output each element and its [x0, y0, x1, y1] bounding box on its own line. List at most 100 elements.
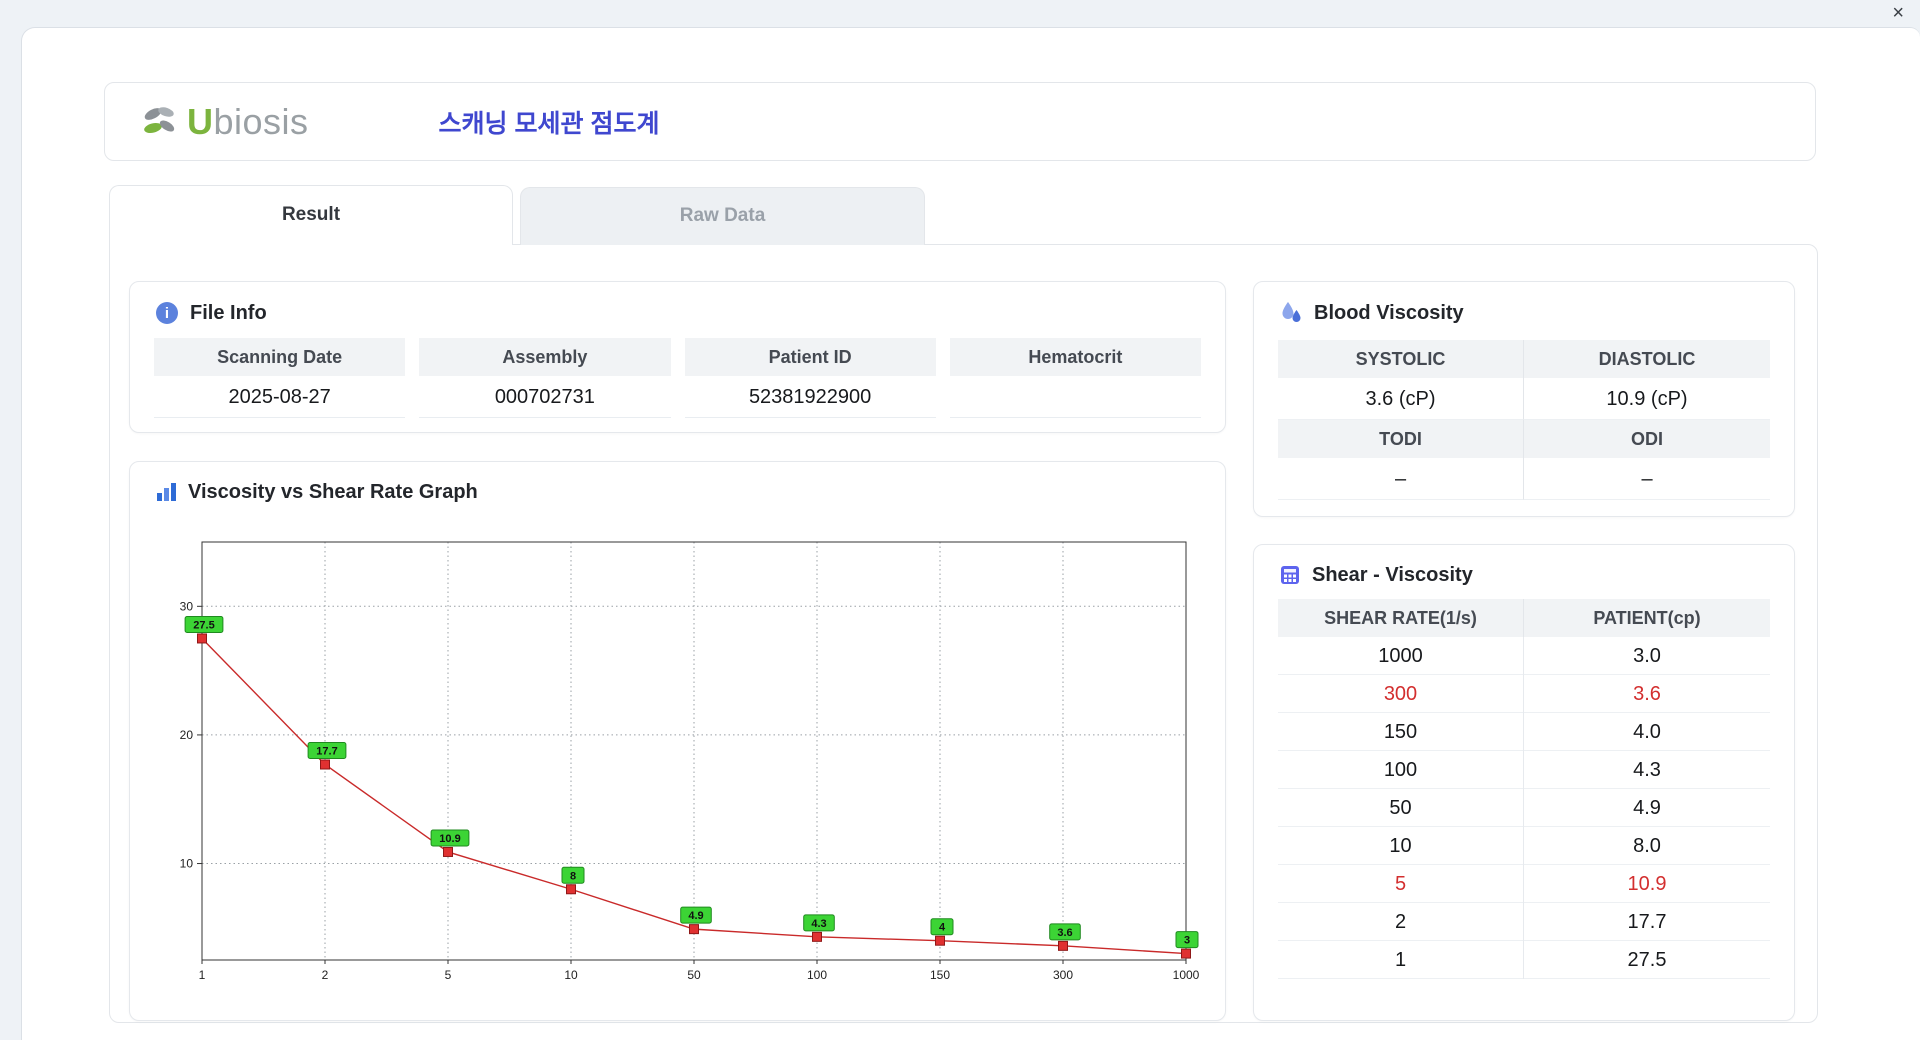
- shear-viscosity-columns: SHEAR RATE(1/s) PATIENT(cp): [1278, 599, 1770, 637]
- chart-point-label: 3.6: [1057, 927, 1072, 939]
- file-info-header: i File Info: [130, 282, 1225, 326]
- metric-label: ODI: [1524, 420, 1770, 458]
- table-row: 300 3.6: [1278, 675, 1770, 713]
- chart-point: [197, 633, 207, 644]
- chart-point: [689, 924, 699, 935]
- table-row: 100 4.3: [1278, 751, 1770, 789]
- y-tick-label: 30: [180, 599, 194, 613]
- water-drops-icon: [1282, 302, 1301, 322]
- table-row: 1 27.5: [1278, 941, 1770, 979]
- x-tick-label: 50: [687, 968, 701, 982]
- logo-text: Ubiosis: [187, 100, 309, 142]
- table-grid-icon: [1281, 566, 1299, 584]
- blood-viscosity-title: Blood Viscosity: [1314, 301, 1464, 324]
- blood-viscosity-header: Blood Viscosity: [1254, 282, 1794, 326]
- series-line: [201, 637, 1187, 955]
- page-title: 스캐닝 모세관 점도계: [438, 109, 660, 138]
- tab-result[interactable]: Result: [109, 185, 513, 245]
- file-info-field: Scanning Date 2025-08-27: [154, 338, 406, 418]
- patient-cell: 27.5: [1627, 949, 1667, 971]
- shear-viscosity-title: Shear - Viscosity: [1312, 563, 1473, 586]
- chart-point-label: 8: [570, 870, 576, 882]
- field-value: 52381922900: [684, 376, 936, 418]
- plot-border: [201, 541, 1187, 961]
- column-patient: PATIENT(cp): [1593, 608, 1701, 628]
- field-label: Hematocrit: [949, 338, 1201, 376]
- metric-label: TODI: [1278, 420, 1524, 458]
- x-tick-label: 5: [445, 968, 452, 982]
- chart-point: [935, 935, 945, 946]
- patient-cell: 3.0: [1633, 645, 1661, 667]
- patient-cell: 4.0: [1633, 721, 1661, 743]
- leaf-logo-icon: [144, 106, 175, 133]
- file-info-field: Assembly 000702731: [419, 338, 671, 418]
- table-row: 150 4.0: [1278, 713, 1770, 751]
- y-tick-label: 10: [180, 857, 194, 871]
- graph-title: Viscosity vs Shear Rate Graph: [188, 480, 478, 503]
- tab-raw-data[interactable]: Raw Data: [520, 187, 925, 245]
- y-tick-label: 20: [180, 728, 194, 742]
- metric-label: DIASTOLIC: [1524, 340, 1770, 378]
- graph-header: Viscosity vs Shear Rate Graph: [130, 462, 1225, 504]
- file-info-field: Patient ID 52381922900: [684, 338, 936, 418]
- chart-point-label: 10.9: [439, 833, 460, 845]
- metric-value: –: [1524, 458, 1770, 500]
- chart-point-label: 4.3: [811, 918, 826, 930]
- table-row: 2 17.7: [1278, 903, 1770, 941]
- patient-cell: 3.6: [1633, 683, 1661, 705]
- patient-cell: 8.0: [1633, 835, 1661, 857]
- chart-point-label: 4.9: [688, 910, 703, 922]
- metric-value: –: [1278, 458, 1524, 500]
- shear-rate-cell: 2: [1278, 903, 1524, 941]
- close-icon[interactable]: ×: [1892, 2, 1904, 24]
- shear-rate-cell: 1: [1278, 941, 1524, 979]
- shear-rate-cell: 300: [1278, 675, 1524, 713]
- x-tick-label: 150: [930, 968, 950, 982]
- shear-viscosity-rows: 1000 3.0 300 3.6 150 4.0 100 4.3 50 4.9 10 8.0 5 10.9…: [1278, 637, 1770, 979]
- chart-point-label: 17.7: [316, 746, 337, 758]
- column-shear-rate: SHEAR RATE(1/s): [1278, 599, 1524, 637]
- chart-point-label: 3: [1184, 935, 1190, 947]
- chart-point: [320, 759, 330, 770]
- svg-text:i: i: [165, 305, 169, 322]
- shear-rate-cell: 5: [1278, 865, 1524, 903]
- chart-point: [812, 931, 822, 942]
- x-tick-label: 1: [199, 968, 206, 982]
- field-label: Scanning Date: [154, 338, 406, 376]
- shear-rate-cell: 50: [1278, 789, 1524, 827]
- shear-rate-cell: 100: [1278, 751, 1524, 789]
- metric-value: 3.6 (cP): [1278, 378, 1524, 420]
- shear-viscosity-card: Shear - Viscosity SHEAR RATE(1/s) PATIEN…: [1253, 544, 1795, 1021]
- blood-viscosity-card: Blood Viscosity SYSTOLIC DIASTOLIC 3.6 (cP…: [1253, 281, 1795, 517]
- table-row: 50 4.9: [1278, 789, 1770, 827]
- chart-point-label: 4: [939, 922, 946, 934]
- content-frame: i File Info Scanning Date 2025-08-27 Assem…: [109, 244, 1818, 1023]
- chart-point-label: 27.5: [193, 619, 214, 631]
- shear-viscosity-header: Shear - Viscosity: [1254, 545, 1794, 587]
- bar-chart-icon: [157, 483, 176, 501]
- metric-value: 10.9 (cP): [1524, 378, 1770, 420]
- chart-point: [566, 884, 576, 895]
- file-info-field: Hematocrit: [949, 338, 1201, 418]
- table-row: 1000 3.0: [1278, 637, 1770, 675]
- info-icon: i: [156, 302, 178, 324]
- field-label: Patient ID: [684, 338, 936, 376]
- x-tick-label: 100: [807, 968, 827, 982]
- x-tick-label: 300: [1053, 968, 1073, 982]
- viscosity-chart: 10 20 30 1 2 5 10 50 100 150 300 1000 27.5 17.7 10.9 8 4…: [180, 541, 1200, 982]
- graph-card: Viscosity vs Shear Rate Graph 10 20 30 1 2 5 1…: [129, 461, 1226, 1021]
- patient-cell: 4.3: [1633, 759, 1661, 781]
- file-info-fields: Scanning Date 2025-08-27 Assembly 000702731…: [154, 338, 1201, 418]
- blood-viscosity-grid: SYSTOLIC DIASTOLIC 3.6 (cP) 10.9 (cP) TODI OD…: [1278, 340, 1770, 500]
- patient-cell: 17.7: [1627, 911, 1667, 933]
- header-card: Ubiosis 스캐닝 모세관 점도계: [104, 82, 1816, 161]
- file-info-title: File Info: [190, 301, 267, 324]
- x-tick-label: 1000: [1173, 968, 1200, 982]
- shear-rate-cell: 1000: [1278, 637, 1524, 675]
- table-row: 5 10.9: [1278, 865, 1770, 903]
- patient-cell: 10.9: [1627, 873, 1667, 895]
- shear-viscosity-table: SHEAR RATE(1/s) PATIENT(cp) 1000 3.0 300 3.…: [1254, 599, 1794, 979]
- ubiosis-logo: Ubiosis: [139, 101, 309, 143]
- window-titlebar: ×: [0, 0, 1920, 27]
- main-panel: Ubiosis 스캐닝 모세관 점도계 Result Raw Data i Fi…: [21, 27, 1920, 1040]
